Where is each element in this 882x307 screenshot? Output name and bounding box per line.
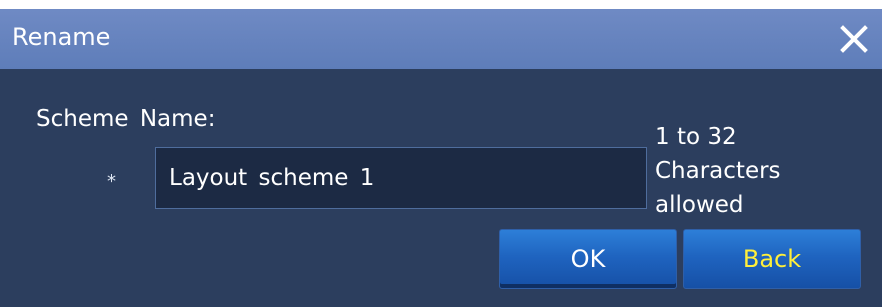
- ok-button[interactable]: OK: [499, 229, 677, 289]
- hint-line-1: 1 to 32: [655, 124, 737, 150]
- close-icon: [840, 25, 868, 53]
- scheme-name-input[interactable]: [155, 147, 647, 209]
- required-marker: *: [107, 171, 116, 192]
- scheme-name-label: Scheme Name:: [36, 106, 216, 132]
- title-bar: Rename: [0, 9, 882, 69]
- dialog-title: Rename: [12, 23, 111, 51]
- hint-line-3: allowed: [655, 192, 744, 218]
- length-hint: 1 to 32 Characters allowed: [655, 120, 855, 222]
- back-button[interactable]: Back: [683, 229, 861, 289]
- rename-dialog: Rename Scheme Name: * 1 to 32 Characters…: [0, 9, 882, 307]
- close-button[interactable]: [836, 21, 872, 57]
- hint-line-2: Characters: [655, 158, 781, 184]
